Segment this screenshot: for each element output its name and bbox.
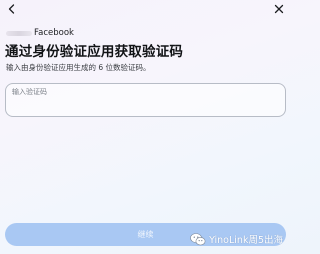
close-icon [274, 4, 284, 14]
watermark: YinoLink周5出海 [190, 232, 283, 246]
wechat-logo [190, 232, 206, 245]
page-subtitle: 输入由身份验证应用生成的 6 位数验证码。 [6, 63, 151, 72]
continue-button-label: 继续 [137, 230, 154, 239]
back-button[interactable] [5, 2, 19, 16]
chevron-left-icon [8, 4, 15, 14]
close-button[interactable] [272, 2, 286, 16]
verification-code-input[interactable] [5, 83, 286, 117]
watermark-text: YinoLink周5出海 [209, 235, 283, 246]
account-line: Facebook [6, 28, 74, 38]
platform-name: Facebook [34, 28, 74, 38]
page-title: 通过身份验证应用获取验证码 [5, 44, 184, 60]
masked-account-name [6, 30, 32, 36]
